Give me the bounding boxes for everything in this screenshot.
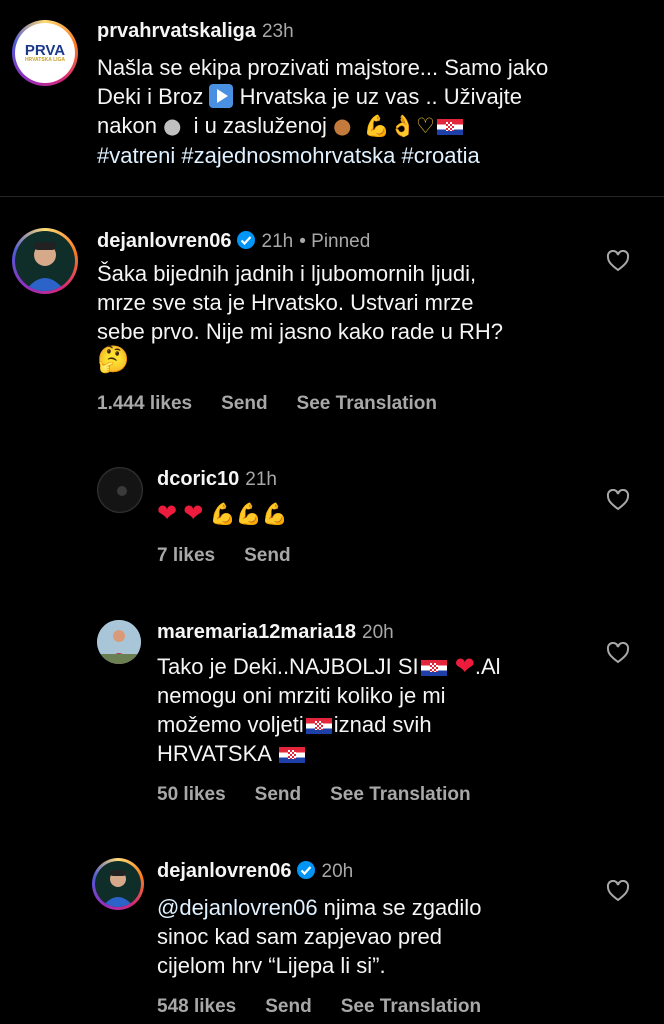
caption-hashtags[interactable]: #vatreni #zajednosmohrvatska #croatia	[97, 143, 480, 168]
red-heart-icon: ❤	[157, 500, 178, 527]
comment-4-send[interactable]: Send	[265, 996, 311, 1017]
comment-3-line-3b: iznad svih	[333, 712, 432, 737]
caption-username[interactable]: prvahrvatskaliga	[97, 20, 256, 42]
comment-3-line-1a: Tako je Deki..NAJBOLJI SI	[157, 654, 419, 679]
comment-1-text: Šaka bijednih jadnih i ljubomornih ljudi…	[97, 259, 597, 375]
heart-hands-icon: ♡	[415, 114, 435, 138]
comment-3-time: 20h	[362, 622, 394, 643]
comment-2-actions: 7 likes Send	[157, 545, 320, 567]
comment-1-username[interactable]: dejanlovren06	[97, 230, 232, 252]
comment-3-likes[interactable]: 50 likes	[157, 784, 226, 805]
flexed-biceps-icon: 💪	[363, 114, 390, 138]
comment-4-header: dejanlovren06 20h	[157, 860, 353, 883]
comment-1-actions: 1.444 likes Send See Translation	[97, 393, 466, 415]
comment-3-actions: 50 likes Send See Translation	[157, 784, 500, 806]
dejanlovren06-reply-avatar[interactable]	[92, 858, 144, 910]
comment-4-see-translation[interactable]: See Translation	[341, 996, 481, 1017]
heart-icon[interactable]	[606, 642, 630, 664]
caption-line-3a: nakon	[97, 113, 157, 138]
comment-1-likes[interactable]: 1.444 likes	[97, 393, 192, 414]
comment-3-line-4: HRVATSKA	[157, 741, 271, 766]
comment-3-line-3a: možemo voljeti	[157, 712, 304, 737]
thinking-face-icon: 🤔	[97, 345, 130, 375]
comment-2-time: 21h	[245, 469, 277, 490]
dcoric10-avatar[interactable]	[97, 467, 143, 513]
caption-divider	[0, 196, 664, 197]
heart-icon[interactable]	[606, 250, 630, 272]
comment-4-likes[interactable]: 548 likes	[157, 996, 236, 1017]
heart-icon[interactable]	[606, 489, 630, 511]
ok-hand-icon: 👌	[389, 114, 416, 138]
caption-line-2a: Deki i Broz	[97, 84, 204, 109]
comment-1-see-translation[interactable]: See Translation	[297, 393, 437, 414]
heart-icon[interactable]	[606, 880, 630, 902]
play-icon	[209, 84, 234, 108]
comment-2-text: ❤ ❤ 💪💪💪	[157, 499, 288, 529]
comment-1-send[interactable]: Send	[221, 393, 267, 414]
verified-badge-icon	[296, 861, 315, 879]
comment-3-see-translation[interactable]: See Translation	[330, 784, 470, 805]
comment-2-likes[interactable]: 7 likes	[157, 545, 215, 566]
avatar-logo-subtext: HRVATSKA LIGA	[24, 57, 66, 63]
croatia-flag-icon	[278, 747, 305, 763]
avatar-logo-text: PRVA	[24, 42, 66, 59]
comment-4-text: @dejanlovren06 njima se zgadilo sinoc ka…	[157, 893, 597, 980]
red-heart-icon: ❤	[183, 500, 204, 527]
croatia-flag-icon	[420, 660, 447, 676]
comment-3-line-1b: .Al	[474, 654, 501, 679]
comment-3-line-2: nemogu oni mrziti koliko je mi	[157, 683, 446, 708]
comment-3-header: maremaria12maria18 20h	[157, 621, 394, 644]
flexed-biceps-icon: 💪	[261, 502, 288, 526]
comment-2-header: dcoric10 21h	[157, 468, 277, 491]
caption-text: Našla se ekipa prozivati majstore... Sam…	[97, 53, 657, 170]
caption-username-row: prvahrvatskaliga 23h	[97, 20, 294, 43]
flexed-biceps-icon: 💪	[235, 502, 262, 526]
comment-1-time: 21h	[261, 231, 294, 252]
maremaria-avatar[interactable]	[97, 620, 141, 664]
caption-time: 23h	[261, 21, 294, 42]
comment-3-text: Tako je Deki..NAJBOLJI SI ❤.Al nemogu on…	[157, 652, 597, 768]
comment-4-actions: 548 likes Send See Translation	[157, 996, 510, 1018]
comment-3-send[interactable]: Send	[255, 784, 301, 805]
comment-4-line-2: sinoc kad sam zapjevao pred	[157, 924, 442, 949]
verified-badge-icon	[236, 231, 255, 249]
comment-4-time: 20h	[321, 861, 354, 882]
flexed-biceps-icon: 💪	[209, 502, 236, 526]
comment-2-send[interactable]: Send	[244, 545, 290, 566]
croatia-flag-icon	[305, 718, 332, 734]
comment-1-pinned: • Pinned	[299, 231, 371, 252]
dejanlovren06-avatar[interactable]	[12, 228, 78, 294]
comment-4-line-3: cijelom hrv “Lijepa li si”.	[157, 953, 386, 978]
red-heart-icon: ❤	[454, 653, 475, 680]
comment-4-mention[interactable]: @dejanlovren06	[157, 895, 318, 920]
bronze-medal-icon: ●	[333, 114, 352, 138]
silver-medal-icon: ●	[163, 114, 182, 138]
post-caption: PRVA HRVATSKA LIGA prvahrvatskaliga 23h N…	[0, 0, 664, 190]
prvahrvatskaliga-avatar[interactable]: PRVA HRVATSKA LIGA	[12, 20, 78, 86]
comment-1-header: dejanlovren06 21h • Pinned	[97, 230, 370, 253]
comment-3-username[interactable]: maremaria12maria18	[157, 621, 356, 643]
croatia-flag-icon	[436, 119, 463, 135]
comment-1-body: Šaka bijednih jadnih i ljubomornih ljudi…	[97, 261, 503, 344]
caption-line-2b: Hrvatska je uz vas .. Uživajte	[239, 84, 523, 109]
caption-line-3b: i u zasluženoj	[193, 113, 327, 138]
comment-4-username[interactable]: dejanlovren06	[157, 860, 292, 882]
comment-2-username[interactable]: dcoric10	[157, 468, 239, 490]
comment-4-line-1: njima se zgadilo	[317, 895, 482, 920]
caption-line-1: Našla se ekipa prozivati majstore... Sam…	[97, 55, 549, 80]
